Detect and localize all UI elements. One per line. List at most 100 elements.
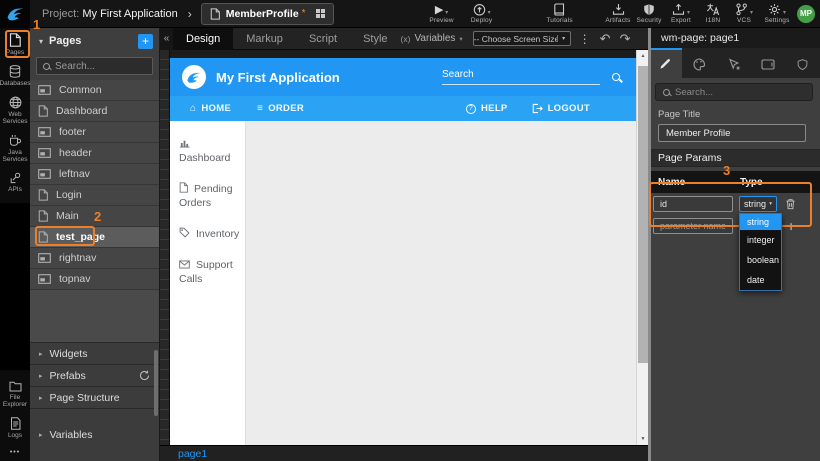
chevron-down-icon[interactable]: ▾ <box>39 37 43 46</box>
param-type-select[interactable]: string ▾ <box>739 196 777 212</box>
scroll-up-icon[interactable]: ▲ <box>637 53 648 59</box>
page-item-footer[interactable]: footer <box>30 122 159 143</box>
scrollbar-thumb[interactable] <box>638 66 648 363</box>
pages-panel-scrollbar[interactable] <box>154 350 158 416</box>
sidebar-item-apis[interactable]: APIs <box>0 167 30 197</box>
tab-styles[interactable] <box>682 48 716 78</box>
sidebar-item-databases[interactable]: Databases <box>0 60 30 91</box>
nav-order[interactable]: ≡ ORDER <box>257 103 304 114</box>
add-param-button[interactable]: + <box>787 220 795 232</box>
undo-button[interactable]: ↶ <box>600 32 611 45</box>
canvas-ruler <box>160 50 170 445</box>
canvas-scrollbar[interactable]: ▲ ▼ <box>636 50 648 445</box>
partial-icon <box>38 253 51 263</box>
user-avatar[interactable]: MP <box>797 5 815 23</box>
app-title[interactable]: My First Application <box>216 70 442 85</box>
page-title-input[interactable] <box>658 124 806 142</box>
tab-design[interactable]: Design <box>173 28 233 50</box>
tab-events[interactable] <box>717 48 751 78</box>
app-preview-header[interactable]: My First Application Search <box>170 58 636 96</box>
pages-search-input[interactable] <box>55 61 145 72</box>
security-button[interactable]: Security <box>634 0 664 28</box>
add-page-button[interactable]: + <box>138 34 153 49</box>
tab-properties[interactable] <box>648 48 682 78</box>
page-item-topnav[interactable]: topnav <box>30 269 159 290</box>
sidebar-item-web-services[interactable]: Web Services <box>0 91 30 129</box>
kebab-menu-button[interactable]: ⋮ <box>579 33 591 45</box>
nav-help[interactable]: ? HELP <box>466 103 508 114</box>
export-button[interactable]: ▾ I18N Export <box>664 0 698 28</box>
section-page-structure[interactable]: ▸ Page Structure <box>30 386 159 408</box>
redo-button[interactable]: ↷ <box>620 32 631 45</box>
upload-tray-icon <box>672 3 685 16</box>
sidenav-inventory[interactable]: Inventory <box>170 227 245 241</box>
breadcrumb-chevron-icon: › <box>188 7 192 21</box>
wavemaker-logo-icon[interactable] <box>0 0 30 28</box>
i18n-button[interactable]: I18N <box>698 0 728 28</box>
new-param-name-input[interactable] <box>653 218 733 234</box>
settings-button[interactable]: ▾ Settings <box>760 0 794 28</box>
sidebar-item-pages[interactable]: Pages <box>0 28 30 60</box>
page-icon <box>38 210 48 222</box>
deploy-button[interactable]: ▾ Deploy <box>462 0 502 28</box>
nav-home[interactable]: ⌂ HOME <box>190 103 231 114</box>
scroll-down-icon[interactable]: ▼ <box>637 436 648 442</box>
page-item-leftnav[interactable]: leftnav <box>30 164 159 185</box>
download-tray-icon <box>612 3 625 16</box>
preview-button[interactable]: ▶▾ Preview <box>422 0 462 28</box>
variables-button[interactable]: (x) Variables ▾ <box>401 33 463 44</box>
screen-size-select[interactable]: -- Choose Screen Size -- ▾ <box>473 31 571 46</box>
tab-security[interactable] <box>786 48 820 78</box>
option-string[interactable]: string <box>740 214 781 230</box>
section-variables[interactable]: ▸ Variables <box>30 408 159 461</box>
app-search-input[interactable]: Search <box>442 69 600 85</box>
option-boolean[interactable]: boolean <box>740 250 781 270</box>
sidebar-item-logs[interactable]: Logs <box>0 412 30 443</box>
sidebar-item-java-services[interactable]: Java Services <box>0 129 30 167</box>
properties-panel-scrollbar[interactable] <box>648 28 651 461</box>
sidenav-support-calls[interactable]: Support Calls <box>170 258 245 286</box>
tab-style[interactable]: Style <box>350 28 400 50</box>
page-item-dashboard[interactable]: Dashboard <box>30 101 159 122</box>
section-prefabs[interactable]: ▸ Prefabs <box>30 364 159 386</box>
page-item-login[interactable]: Login <box>30 185 159 206</box>
properties-search-input[interactable] <box>675 87 795 98</box>
option-date[interactable]: date <box>740 270 781 290</box>
pages-panel: ▾ Pages + Common Dashboard footer header… <box>30 28 160 461</box>
branch-icon <box>735 3 748 16</box>
page-item-rightnav[interactable]: rightnav <box>30 248 159 269</box>
app-sidenav: Dashboard Pending Orders Inventory Suppo… <box>170 121 246 445</box>
variables-icon: (x) <box>401 34 411 44</box>
device-icon <box>761 59 775 70</box>
page-item-common[interactable]: Common <box>30 80 159 101</box>
nav-logout[interactable]: LOGOUT <box>532 103 590 114</box>
partial-icon <box>38 85 51 95</box>
section-widgets[interactable]: ▸ Widgets <box>30 342 159 364</box>
refresh-icon[interactable] <box>139 370 150 381</box>
collapse-left-panel-button[interactable]: « <box>160 28 173 50</box>
page-breadcrumb-tab[interactable]: page1 <box>178 448 207 460</box>
page-icon <box>179 182 188 193</box>
open-page-tab[interactable]: MemberProfile * <box>201 3 334 25</box>
vcs-button[interactable]: ▾ VCS <box>728 0 760 28</box>
sidebar-item-file-explorer[interactable]: File Explorer <box>0 376 30 412</box>
tutorials-button[interactable]: Tutorials <box>538 0 582 28</box>
trash-icon[interactable] <box>785 198 796 210</box>
option-integer[interactable]: integer <box>740 230 781 250</box>
param-name-input[interactable] <box>653 196 733 212</box>
tab-script[interactable]: Script <box>296 28 350 50</box>
grid-icon[interactable] <box>316 9 325 18</box>
database-icon <box>9 65 21 78</box>
page-item-test-page[interactable]: test_page <box>30 227 159 248</box>
artifacts-button[interactable]: Artifacts <box>602 0 634 28</box>
sidenav-pending-orders[interactable]: Pending Orders <box>170 182 245 210</box>
tab-markup[interactable]: Markup <box>233 28 296 50</box>
page-item-main[interactable]: Main <box>30 206 159 227</box>
page-item-header[interactable]: header <box>30 143 159 164</box>
sidenav-dashboard[interactable]: Dashboard <box>170 137 245 165</box>
tab-device[interactable] <box>751 48 785 78</box>
properties-search <box>648 78 820 105</box>
app-content-area[interactable] <box>246 121 636 445</box>
more-options-button[interactable]: ••• <box>10 443 20 461</box>
search-icon[interactable] <box>612 73 620 81</box>
